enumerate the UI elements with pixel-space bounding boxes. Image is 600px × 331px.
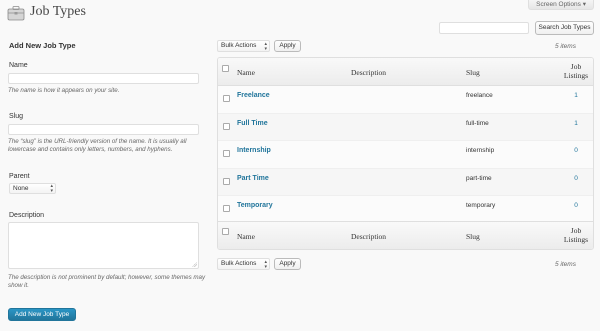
- row-name-link[interactable]: Internship: [237, 147, 271, 154]
- slug-label: Slug: [9, 113, 24, 120]
- name-hint: The name is how it appears on your site.: [8, 87, 120, 94]
- table-row: Freelance freelance 1: [218, 86, 593, 114]
- row-slug: full-time: [466, 119, 489, 127]
- select-arrows-icon: ▴ ▾: [264, 259, 267, 270]
- items-count-bottom: 5 items: [555, 261, 576, 268]
- column-slug-header[interactable]: Slug: [466, 68, 480, 77]
- row-checkbox[interactable]: [223, 205, 230, 212]
- row-slug: temporary: [466, 202, 496, 209]
- table-row: Internship internship 0: [218, 141, 593, 169]
- row-checkbox[interactable]: [223, 177, 230, 185]
- name-field[interactable]: [8, 73, 199, 84]
- row-slug: part-time: [466, 174, 492, 182]
- row-checkbox[interactable]: [223, 95, 230, 102]
- search-input[interactable]: [439, 22, 529, 34]
- row-count-link[interactable]: 0: [571, 202, 581, 209]
- add-new-job-type-button[interactable]: Add New Job Type: [8, 308, 76, 321]
- bulk-actions-label: Bulk Actions: [221, 260, 257, 267]
- bulk-actions-select-bottom[interactable]: Bulk Actions ▴ ▾: [217, 258, 270, 270]
- search-job-types-button[interactable]: Search Job Types: [535, 21, 594, 35]
- column-listings-header[interactable]: Job Listings: [561, 62, 591, 80]
- column-description-header[interactable]: Description: [351, 68, 386, 77]
- parent-select[interactable]: None ▴ ▾: [9, 183, 56, 194]
- description-hint: The description is not prominent by defa…: [8, 274, 206, 289]
- parent-label: Parent: [9, 173, 30, 180]
- description-field[interactable]: [8, 222, 199, 269]
- row-name-link[interactable]: Temporary: [237, 202, 273, 209]
- select-all-checkbox[interactable]: [222, 65, 229, 72]
- table-row: Part Time part-time 0: [218, 168, 593, 196]
- bulk-actions-select-top[interactable]: Bulk Actions ▴ ▾: [217, 40, 270, 52]
- row-count-link[interactable]: 1: [571, 92, 581, 99]
- select-arrows-icon: ▴ ▾: [50, 183, 53, 194]
- name-label: Name: [9, 62, 28, 69]
- apply-button-bottom[interactable]: Apply: [274, 258, 301, 270]
- table-row: Full Time full-time 1: [218, 113, 593, 141]
- select-all-checkbox-footer[interactable]: [222, 228, 229, 235]
- items-count-top: 5 items: [555, 43, 576, 50]
- parent-selected-value: None: [13, 185, 29, 192]
- row-slug: freelance: [466, 92, 493, 99]
- page-title: Job Types: [30, 4, 86, 19]
- briefcase-icon: [7, 5, 25, 21]
- chevron-down-icon: ▾: [582, 1, 586, 8]
- row-checkbox[interactable]: [223, 122, 230, 130]
- slug-hint: The “slug” is the URL-friendly version o…: [8, 138, 187, 153]
- row-slug: internship: [466, 147, 495, 154]
- job-types-table: Name Description Slug Job Listings Freel…: [217, 57, 594, 250]
- row-name-link[interactable]: Part Time: [237, 175, 269, 182]
- table-header: Name Description Slug Job Listings: [218, 58, 593, 86]
- table-row: Temporary temporary 0: [218, 196, 593, 224]
- select-arrows-icon: ▴ ▾: [264, 41, 267, 52]
- slug-field[interactable]: [8, 124, 199, 135]
- column-slug-footer[interactable]: Slug: [466, 232, 480, 241]
- row-checkbox[interactable]: [223, 150, 230, 157]
- screen-options-button[interactable]: Screen Options ▾: [528, 0, 594, 10]
- column-name-header[interactable]: Name: [237, 68, 255, 77]
- row-count-link[interactable]: 0: [571, 147, 581, 154]
- row-count-link[interactable]: 1: [571, 120, 581, 127]
- row-name-link[interactable]: Freelance: [237, 92, 270, 99]
- column-description-footer[interactable]: Description: [351, 232, 386, 241]
- add-new-heading: Add New Job Type: [9, 41, 76, 50]
- description-label: Description: [9, 212, 45, 219]
- row-name-link[interactable]: Full Time: [237, 120, 268, 127]
- screen-options-label: Screen Options: [536, 1, 581, 8]
- column-listings-footer[interactable]: Job Listings: [561, 226, 591, 244]
- resize-handle-icon[interactable]: [192, 262, 197, 267]
- table-footer: Name Description Slug Job Listings: [218, 221, 593, 249]
- column-name-footer[interactable]: Name: [237, 232, 255, 241]
- row-count-link[interactable]: 0: [571, 175, 581, 182]
- apply-button-top[interactable]: Apply: [274, 40, 301, 52]
- bulk-actions-label: Bulk Actions: [221, 42, 257, 49]
